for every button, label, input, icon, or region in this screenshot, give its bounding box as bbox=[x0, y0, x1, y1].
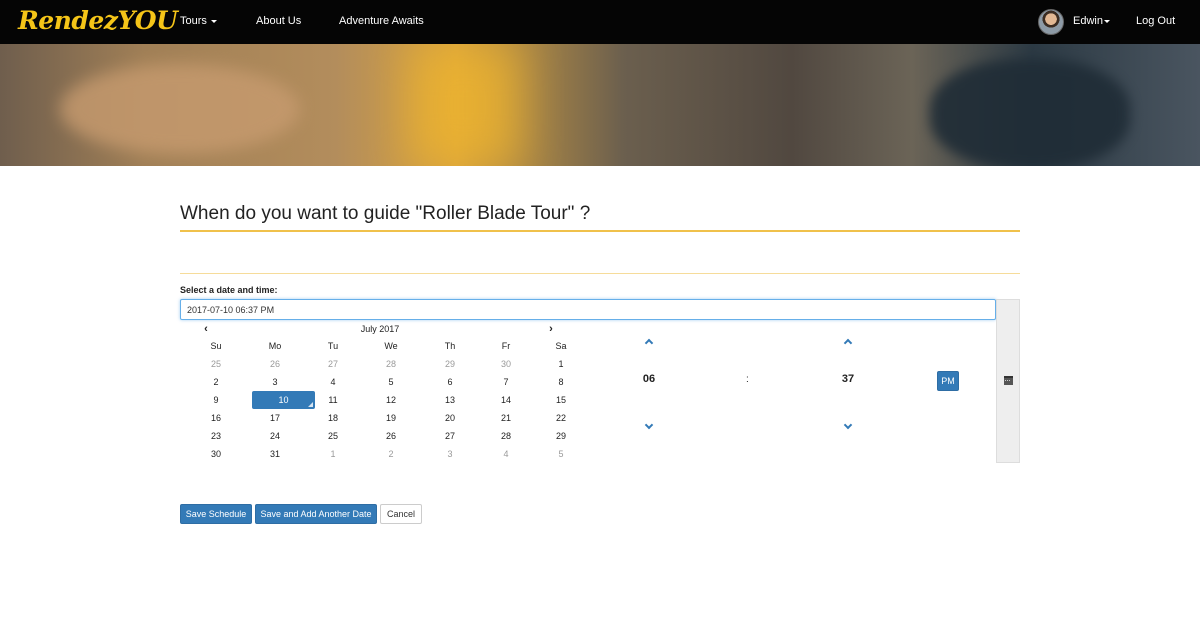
increment-hour-button[interactable] bbox=[642, 337, 656, 348]
caret-down-icon bbox=[1103, 19, 1110, 23]
calendar-day[interactable]: 19 bbox=[377, 409, 405, 427]
user-name: Edwin bbox=[1073, 15, 1103, 27]
calendar-day[interactable]: 11 bbox=[319, 391, 347, 409]
calendar-day[interactable]: 25 bbox=[202, 355, 230, 373]
ampm-toggle-button[interactable]: PM bbox=[937, 371, 959, 391]
calendar-day[interactable]: 27 bbox=[436, 427, 464, 445]
calendar-day[interactable]: 21 bbox=[492, 409, 520, 427]
weekday-header: We bbox=[384, 341, 398, 351]
user-avatar[interactable] bbox=[1038, 9, 1064, 35]
calendar-day[interactable]: 1 bbox=[319, 445, 347, 463]
section-divider bbox=[180, 273, 1020, 274]
calendar-day[interactable]: 27 bbox=[319, 355, 347, 373]
calendar-day[interactable]: 12 bbox=[377, 391, 405, 409]
increment-minute-button[interactable] bbox=[841, 337, 855, 348]
save-add-another-button[interactable]: Save and Add Another Date bbox=[255, 504, 377, 524]
nav-tours-dropdown[interactable]: Tours bbox=[180, 15, 217, 27]
hero-skate-shape bbox=[930, 59, 1130, 166]
calendar-day[interactable]: 26 bbox=[261, 355, 289, 373]
hero-blur-shape bbox=[60, 64, 300, 154]
hero-banner-image bbox=[0, 44, 1200, 166]
calendar-day[interactable]: 20 bbox=[436, 409, 464, 427]
weekday-header: Fr bbox=[501, 341, 511, 351]
calendar-day-selected[interactable]: 10 bbox=[252, 391, 315, 409]
calendar-day[interactable]: 8 bbox=[547, 373, 575, 391]
calendar-day[interactable]: 6 bbox=[436, 373, 464, 391]
user-menu-dropdown[interactable]: Edwin bbox=[1073, 15, 1110, 27]
month-switch[interactable]: July 2017 bbox=[325, 324, 435, 334]
calendar-day[interactable]: 23 bbox=[202, 427, 230, 445]
calendar-day[interactable]: 1 bbox=[547, 355, 575, 373]
weekday-header: Th bbox=[444, 341, 456, 351]
calendar-day[interactable]: 4 bbox=[319, 373, 347, 391]
weekday-header: Mo bbox=[268, 341, 282, 351]
calendar-day[interactable]: 30 bbox=[492, 355, 520, 373]
next-month-button[interactable]: › bbox=[545, 323, 557, 335]
datetime-input[interactable] bbox=[180, 299, 996, 320]
calendar-day[interactable]: 25 bbox=[319, 427, 347, 445]
chevron-down-icon bbox=[843, 420, 853, 430]
calendar-day[interactable]: 28 bbox=[377, 355, 405, 373]
calendar-day[interactable]: 16 bbox=[202, 409, 230, 427]
calendar-addon-button[interactable] bbox=[996, 299, 1020, 463]
logout-link[interactable]: Log Out bbox=[1136, 15, 1175, 27]
chevron-down-icon bbox=[644, 420, 654, 430]
minute-value[interactable]: 37 bbox=[833, 373, 863, 385]
nav-tours-label: Tours bbox=[180, 15, 207, 27]
calendar-day[interactable]: 15 bbox=[547, 391, 575, 409]
title-divider bbox=[180, 230, 1020, 232]
calendar-day[interactable]: 26 bbox=[377, 427, 405, 445]
navbar: RendezYOU Tours About Us Adventure Await… bbox=[0, 0, 1200, 44]
brand-logo[interactable]: RendezYOU bbox=[18, 6, 178, 35]
calendar-day[interactable]: 17 bbox=[261, 409, 289, 427]
calendar-day[interactable]: 9 bbox=[202, 391, 230, 409]
calendar-day[interactable]: 29 bbox=[436, 355, 464, 373]
datetime-label: Select a date and time: bbox=[180, 285, 278, 295]
hero-light-glow bbox=[410, 44, 520, 166]
nav-about-us[interactable]: About Us bbox=[256, 15, 301, 27]
calendar-day[interactable]: 2 bbox=[202, 373, 230, 391]
weekday-header: Sa bbox=[555, 341, 567, 351]
nav-adventure-awaits[interactable]: Adventure Awaits bbox=[339, 15, 424, 27]
chevron-up-icon bbox=[644, 338, 654, 348]
decrement-hour-button[interactable] bbox=[642, 420, 656, 431]
calendar-day[interactable]: 2 bbox=[377, 445, 405, 463]
calendar-day[interactable]: 5 bbox=[547, 445, 575, 463]
calendar-day[interactable]: 13 bbox=[436, 391, 464, 409]
calendar-day[interactable]: 30 bbox=[202, 445, 230, 463]
hour-value[interactable]: 06 bbox=[634, 373, 664, 385]
chevron-up-icon bbox=[843, 338, 853, 348]
calendar-day[interactable]: 7 bbox=[492, 373, 520, 391]
calendar-day[interactable]: 3 bbox=[436, 445, 464, 463]
calendar-day[interactable]: 29 bbox=[547, 427, 575, 445]
calendar-day[interactable]: 22 bbox=[547, 409, 575, 427]
calendar-day[interactable]: 31 bbox=[261, 445, 289, 463]
calendar-day[interactable]: 5 bbox=[377, 373, 405, 391]
weekday-header: Su bbox=[210, 341, 222, 351]
calendar-day[interactable]: 28 bbox=[492, 427, 520, 445]
calendar-day[interactable]: 4 bbox=[492, 445, 520, 463]
calendar-day[interactable]: 14 bbox=[492, 391, 520, 409]
decrement-minute-button[interactable] bbox=[841, 420, 855, 431]
calendar-day[interactable]: 24 bbox=[261, 427, 289, 445]
weekday-header: Tu bbox=[327, 341, 339, 351]
time-separator: : bbox=[746, 374, 749, 385]
calendar-day[interactable]: 3 bbox=[261, 373, 289, 391]
cancel-button[interactable]: Cancel bbox=[380, 504, 422, 524]
calendar-day[interactable]: 18 bbox=[319, 409, 347, 427]
page-title: When do you want to guide "Roller Blade … bbox=[180, 203, 591, 224]
save-schedule-button[interactable]: Save Schedule bbox=[180, 504, 252, 524]
caret-down-icon bbox=[210, 19, 217, 23]
prev-month-button[interactable]: ‹ bbox=[200, 323, 212, 335]
calendar-icon bbox=[1004, 376, 1013, 385]
